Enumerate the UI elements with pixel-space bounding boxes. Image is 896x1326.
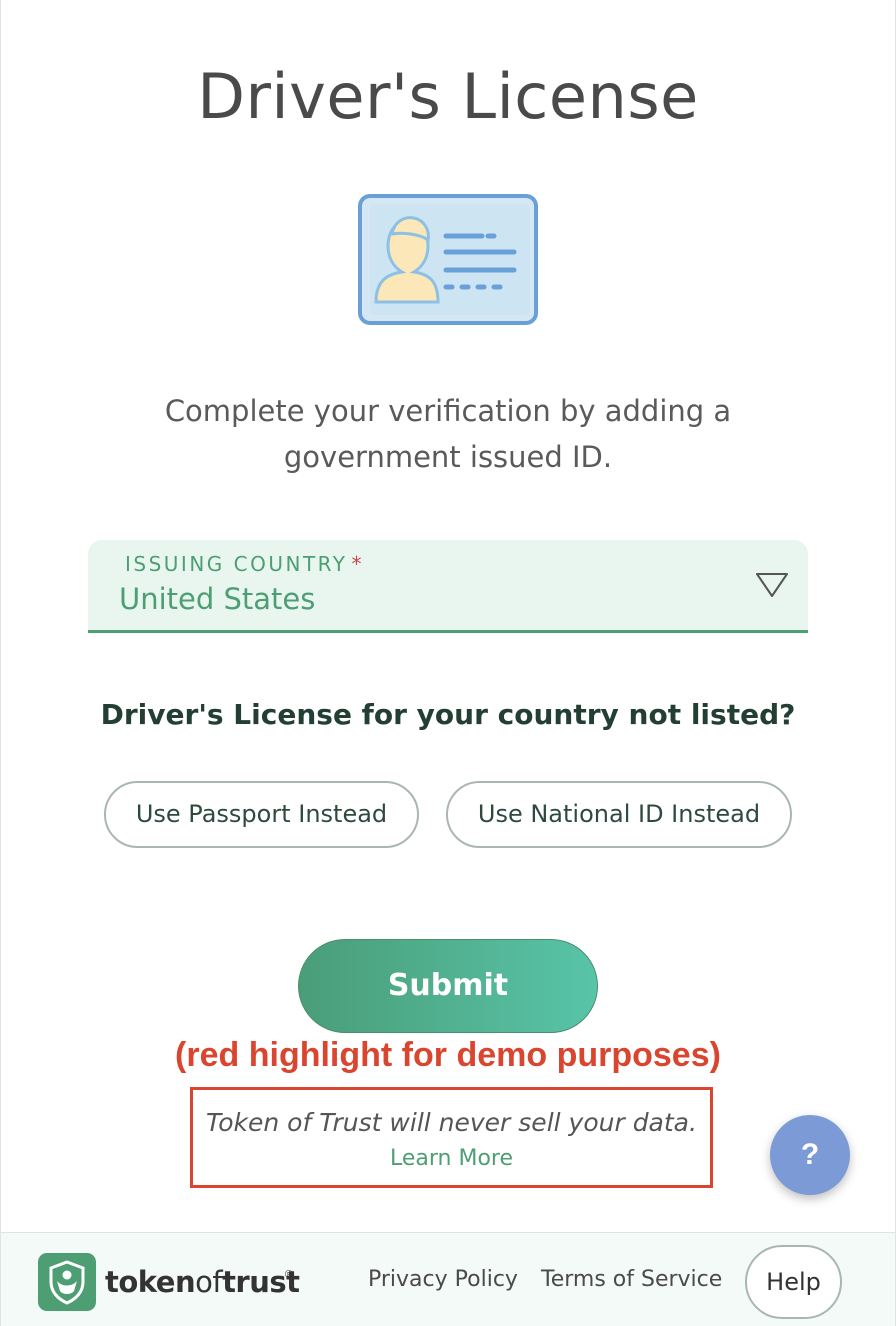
brand-token: token <box>105 1265 196 1299</box>
id-card-icon <box>358 194 538 325</box>
privacy-notice-box: Token of Trust will never sell your data… <box>190 1087 713 1188</box>
verification-page: Driver's License Complete your verificat… <box>0 0 896 1326</box>
issuing-country-label-text: ISSUING COUNTRY <box>125 552 348 576</box>
use-national-id-button[interactable]: Use National ID Instead <box>446 781 792 848</box>
demo-highlight-note: (red highlight for demo purposes) <box>175 1036 721 1074</box>
submit-button[interactable]: Submit <box>298 939 598 1033</box>
brand-of: of <box>195 1265 223 1299</box>
registered-mark: ® <box>285 1269 294 1281</box>
required-marker: * <box>351 552 364 576</box>
footer: tokenoftrust ® Privacy Policy Terms of S… <box>1 1232 895 1326</box>
country-not-listed-heading: Driver's License for your country not li… <box>100 698 796 731</box>
brand-name: tokenoftrust <box>105 1265 300 1299</box>
help-chat-button[interactable]: ? <box>770 1115 850 1195</box>
privacy-policy-link[interactable]: Privacy Policy <box>368 1267 518 1292</box>
issuing-country-label: ISSUING COUNTRY * <box>125 552 364 576</box>
issuing-country-value: United States <box>119 582 316 616</box>
instructions-text: Complete your verification by adding a g… <box>164 394 732 474</box>
shield-person-icon <box>38 1253 96 1311</box>
triangle-down-icon[interactable] <box>754 570 790 600</box>
learn-more-link[interactable]: Learn More <box>193 1146 710 1171</box>
page-title: Driver's License <box>197 60 699 133</box>
help-button[interactable]: Help <box>745 1245 842 1319</box>
privacy-notice-text: Token of Trust will never sell your data… <box>206 1108 697 1137</box>
use-passport-button[interactable]: Use Passport Instead <box>104 781 419 848</box>
terms-of-service-link[interactable]: Terms of Service <box>541 1267 722 1292</box>
issuing-country-select[interactable]: ISSUING COUNTRY * United States <box>88 540 808 633</box>
